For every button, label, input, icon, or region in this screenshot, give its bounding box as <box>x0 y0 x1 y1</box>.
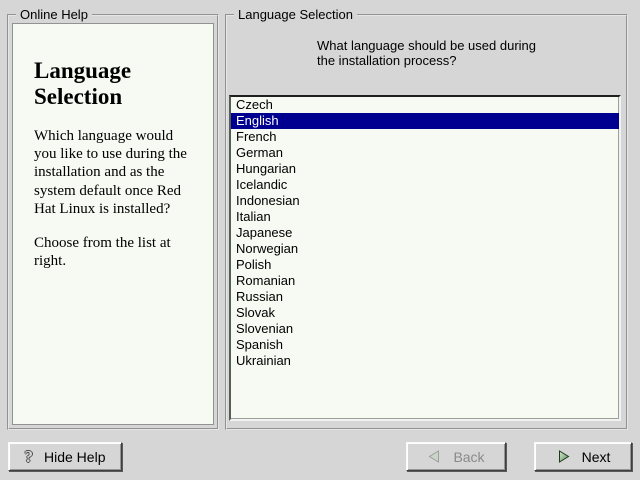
online-help-frame: Online Help Language Selection Which lan… <box>7 14 219 430</box>
help-content: Language Selection Which language would … <box>13 24 213 271</box>
language-option[interactable]: Romanian <box>231 273 619 289</box>
language-option[interactable]: Norwegian <box>231 241 619 257</box>
question-text: What language should be used during the … <box>317 38 536 68</box>
question-line: What language should be used during <box>317 38 536 53</box>
language-option[interactable]: English <box>231 113 619 129</box>
question-mark-icon: ? <box>25 448 34 465</box>
language-option[interactable]: Japanese <box>231 225 619 241</box>
language-option[interactable]: Russian <box>231 289 619 305</box>
arrow-left-icon <box>427 449 442 464</box>
language-option[interactable]: Slovenian <box>231 321 619 337</box>
language-option[interactable]: Slovak <box>231 305 619 321</box>
online-help-frame-label: Online Help <box>16 7 92 22</box>
help-title: Language Selection <box>34 58 164 110</box>
help-paragraph: Which language would you like to use dur… <box>34 127 197 219</box>
back-button[interactable]: Back <box>406 442 506 471</box>
language-option[interactable]: German <box>231 145 619 161</box>
question-line: the installation process? <box>317 53 536 68</box>
language-option[interactable]: French <box>231 129 619 145</box>
installer-window: Online Help Language Selection Which lan… <box>0 0 640 480</box>
language-list[interactable]: CzechEnglishFrenchGermanHungarianIceland… <box>229 95 621 421</box>
next-button-label: Next <box>582 449 611 465</box>
hide-help-button[interactable]: ? Hide Help <box>8 442 122 471</box>
arrow-right-icon <box>556 449 571 464</box>
language-option[interactable]: Spanish <box>231 337 619 353</box>
language-option[interactable]: Ukrainian <box>231 353 619 369</box>
language-option[interactable]: Hungarian <box>231 161 619 177</box>
help-paragraph: Choose from the list at right. <box>34 234 197 271</box>
language-selection-frame-label: Language Selection <box>234 7 357 22</box>
language-option[interactable]: Czech <box>231 97 619 113</box>
hide-help-button-label: Hide Help <box>44 449 105 465</box>
next-button[interactable]: Next <box>534 442 632 471</box>
language-option[interactable]: Polish <box>231 257 619 273</box>
language-option[interactable]: Indonesian <box>231 193 619 209</box>
back-button-label: Back <box>453 449 484 465</box>
language-selection-frame: Language Selection What language should … <box>225 14 628 430</box>
language-option[interactable]: Icelandic <box>231 177 619 193</box>
language-option[interactable]: Italian <box>231 209 619 225</box>
help-viewport: Language Selection Which language would … <box>12 23 214 425</box>
